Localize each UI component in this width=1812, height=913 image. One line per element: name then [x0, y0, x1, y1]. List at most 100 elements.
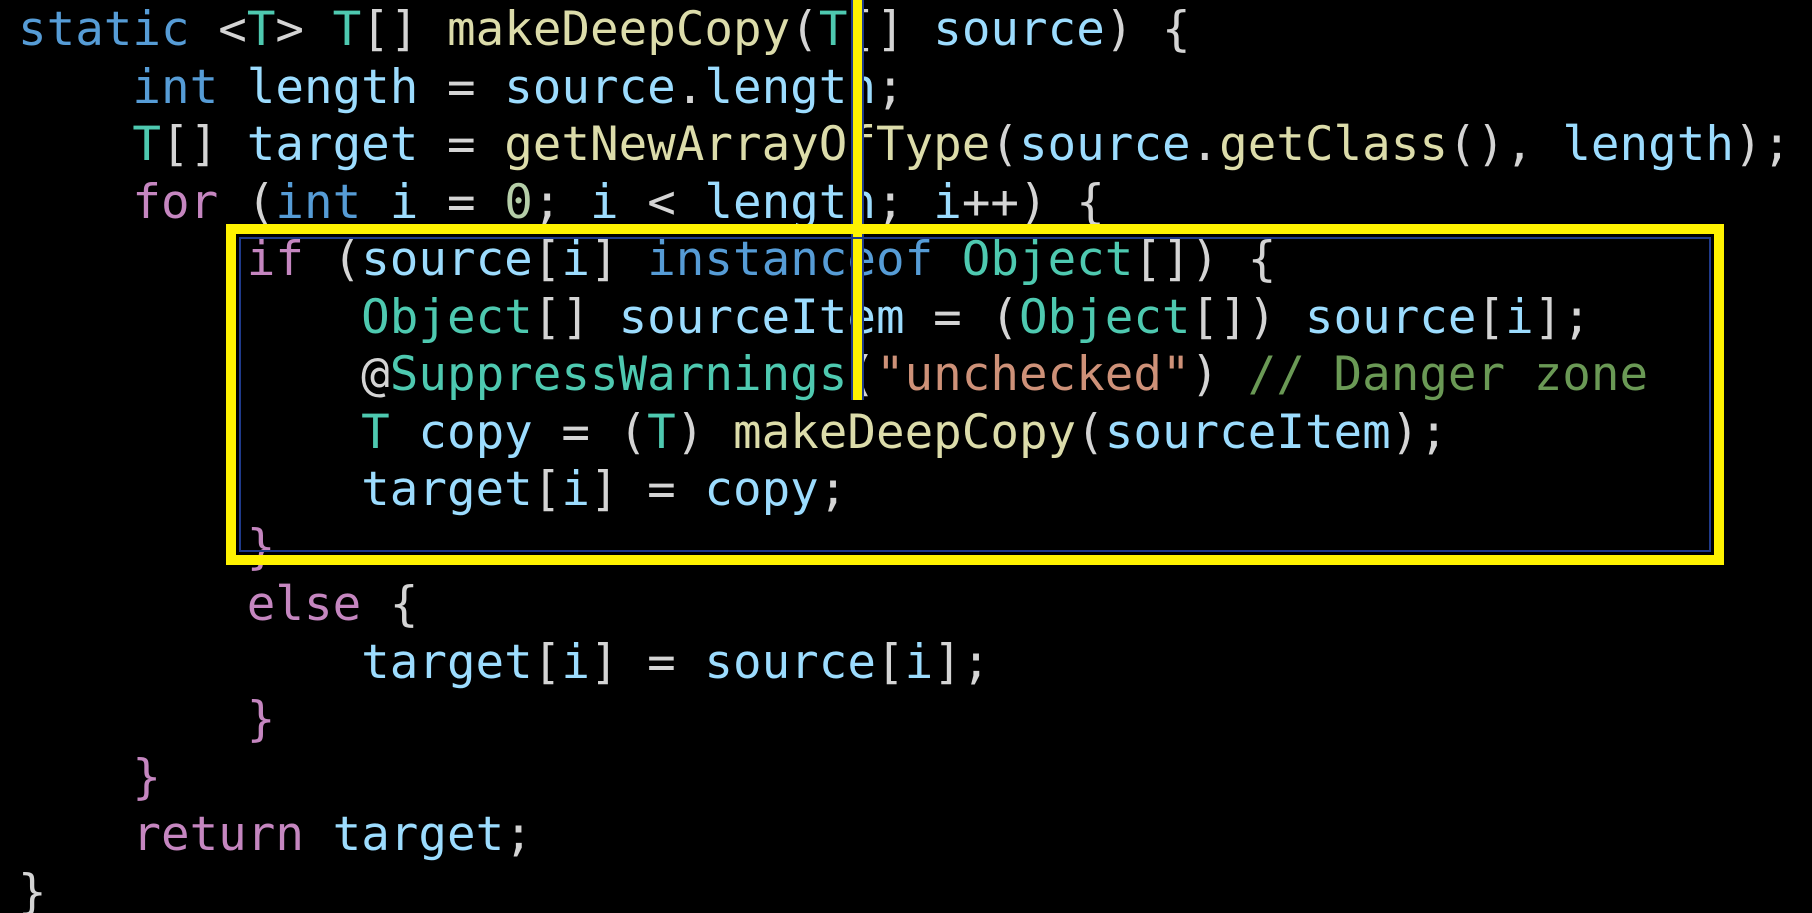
code-token: }: [132, 749, 161, 805]
code-token: ++) {: [961, 174, 1105, 230]
code-token: ;: [504, 807, 533, 862]
code-token: getNewArrayOfType: [504, 117, 991, 172]
code-token: <: [218, 2, 247, 57]
code-token: =: [418, 174, 505, 230]
code-line: return target;: [18, 806, 1791, 864]
code-token: copy: [704, 462, 819, 517]
code-token: Object: [361, 289, 533, 345]
code-token: .: [1190, 117, 1220, 172]
code-token: ;: [875, 59, 905, 115]
code-token: return: [132, 807, 304, 862]
code-token: T: [647, 404, 676, 460]
code-token: copy: [418, 404, 533, 460]
code-token: "unchecked": [875, 347, 1191, 402]
code-line: }: [18, 691, 1791, 749]
code-token: getClass: [1219, 117, 1448, 172]
code-token: T: [246, 2, 276, 57]
code-line: T[] target = getNewArrayOfType(source.ge…: [18, 116, 1791, 174]
code-token: sourceItem: [1104, 404, 1391, 460]
code-token: ;: [532, 174, 591, 230]
code-line: int length = source.length;: [18, 59, 1791, 117]
code-token: []): [1190, 289, 1305, 345]
code-token: target: [361, 462, 533, 517]
code-token: for: [132, 174, 219, 230]
code-token: );: [1390, 404, 1448, 460]
code-token: makeDeepCopy: [732, 404, 1077, 460]
code-token: >: [275, 2, 305, 57]
code-token: ;: [876, 174, 934, 230]
code-token: {: [361, 577, 419, 632]
code-token: []: [361, 2, 448, 57]
code-token: i: [561, 462, 590, 517]
code-token: i: [389, 174, 419, 230]
code-token: length: [246, 59, 419, 115]
code-token: i: [933, 174, 962, 230]
code-token: [: [532, 634, 562, 690]
code-token: ): [1190, 347, 1248, 402]
code-token: i: [561, 232, 590, 287]
code-token: <: [618, 174, 705, 230]
code-line: Object[] sourceItem = (Object[]) source[…: [18, 289, 1791, 347]
code-token: target: [361, 634, 533, 690]
code-token: ];: [1533, 289, 1591, 345]
code-editor: static <T> T[] makeDeepCopy(T[] source) …: [0, 0, 1812, 913]
code-line: static <T> T[] makeDeepCopy(T[] source) …: [18, 1, 1791, 59]
code-token: i: [904, 634, 934, 690]
code-token: ] =: [589, 462, 705, 517]
code-token: i: [1505, 289, 1534, 345]
code-token: ] =: [589, 634, 705, 690]
code-token: if: [246, 232, 304, 287]
code-line: if (source[i] instanceof Object[]) {: [18, 231, 1791, 289]
code-token: SuppressWarnings: [389, 347, 848, 402]
code-line: else {: [18, 576, 1791, 634]
code-token: = (: [904, 289, 1019, 345]
code-token: [: [532, 462, 562, 517]
code-token: ]: [590, 232, 648, 287]
code-token: source: [933, 2, 1105, 57]
code-token: length: [1562, 117, 1734, 172]
code-token: [: [875, 634, 905, 690]
code-token: @: [361, 347, 390, 402]
code-token: (: [1076, 404, 1105, 460]
code-token: target: [332, 807, 505, 862]
code-line: target[i] = source[i];: [18, 634, 1791, 692]
code-line: @SuppressWarnings("unchecked") // Danger…: [18, 346, 1791, 404]
code-token: );: [1733, 117, 1792, 172]
code-line: for (int i = 0; i < length; i++) {: [18, 174, 1791, 232]
code-token: source: [704, 634, 876, 690]
code-token: int: [132, 59, 219, 115]
code-token: // Danger zone: [1247, 347, 1649, 402]
code-token: static: [18, 2, 190, 57]
code-token: }: [18, 864, 47, 913]
code-line: target[i] = copy;: [18, 461, 1791, 519]
code-token: makeDeepCopy: [447, 2, 791, 57]
code-token: ];: [933, 634, 991, 690]
code-token: (: [218, 174, 276, 230]
code-token: ;: [818, 462, 848, 517]
code-line: }: [18, 864, 1791, 913]
code-token: target: [246, 117, 419, 172]
code-token: i: [590, 174, 619, 230]
code-token: i: [561, 634, 590, 690]
code-token: (),: [1447, 117, 1563, 172]
code-block: static <T> T[] makeDeepCopy(T[] source) …: [18, 1, 1791, 913]
code-token: []: [532, 289, 619, 345]
code-token: T: [361, 404, 390, 460]
